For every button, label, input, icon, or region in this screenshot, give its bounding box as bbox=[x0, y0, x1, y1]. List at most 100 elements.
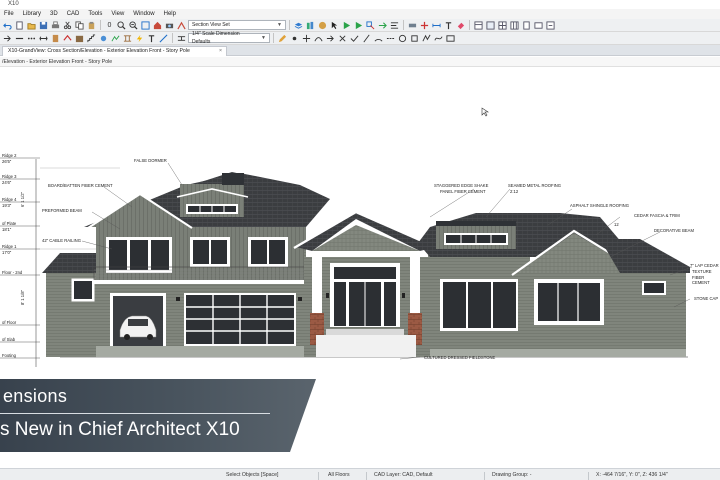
stairs-icon[interactable] bbox=[86, 33, 97, 44]
reverse-icon[interactable] bbox=[377, 20, 388, 31]
framing-icon[interactable] bbox=[122, 33, 133, 44]
wall-icon[interactable] bbox=[407, 20, 418, 31]
toolbar-separator bbox=[273, 33, 274, 43]
window-icon[interactable] bbox=[497, 20, 508, 31]
dimension-defaults-label: 1/4" Scale Dimension Defaults bbox=[192, 31, 240, 45]
point-icon[interactable] bbox=[289, 33, 300, 44]
arrow-right-icon[interactable] bbox=[325, 33, 336, 44]
elevation-icon[interactable] bbox=[176, 20, 187, 31]
circle-icon[interactable] bbox=[397, 33, 408, 44]
edit-toolbar: 1/4" Scale Dimension Defaults ▼ bbox=[0, 31, 720, 45]
text-icon[interactable] bbox=[443, 20, 454, 31]
material-icon[interactable] bbox=[317, 20, 328, 31]
cabinet-icon[interactable] bbox=[74, 33, 85, 44]
note-false-dormer: FALSE DORMER bbox=[134, 158, 167, 163]
square-icon[interactable] bbox=[409, 33, 420, 44]
layer-icon[interactable] bbox=[293, 20, 304, 31]
undo-icon[interactable] bbox=[2, 20, 13, 31]
pole-value: 18'1" bbox=[2, 227, 12, 232]
dimension-tool-icon[interactable] bbox=[176, 33, 187, 44]
cut-icon[interactable] bbox=[62, 20, 73, 31]
note-cultured-stone: CULTURED DRESSED FIELDSTONE bbox=[424, 355, 496, 360]
note-pitch-metal: 2:12 bbox=[510, 189, 519, 194]
terrain-icon[interactable] bbox=[110, 33, 121, 44]
banner-title: ensions bbox=[3, 386, 68, 406]
pole-label: Ridge 3 bbox=[2, 174, 17, 179]
dash-icon[interactable] bbox=[385, 33, 396, 44]
fill-window-icon[interactable] bbox=[140, 20, 151, 31]
menu-file[interactable]: File bbox=[4, 11, 14, 17]
save-icon[interactable] bbox=[38, 20, 49, 31]
fixture-icon[interactable] bbox=[98, 33, 109, 44]
print-icon[interactable] bbox=[50, 20, 61, 31]
note-preformed-beam: PREFORMED BEAM bbox=[42, 208, 82, 213]
redo-icon[interactable]: 0 bbox=[104, 20, 115, 31]
banner-divider bbox=[0, 413, 270, 414]
status-divider bbox=[588, 472, 589, 480]
plan-icon[interactable] bbox=[485, 20, 496, 31]
pole-label: of Slab bbox=[2, 337, 16, 342]
menu-view[interactable]: View bbox=[111, 11, 124, 17]
doc-icon[interactable] bbox=[521, 20, 532, 31]
pencil-icon[interactable] bbox=[277, 33, 288, 44]
open-folder-icon[interactable] bbox=[26, 20, 37, 31]
close-x-icon[interactable] bbox=[337, 33, 348, 44]
paste-icon[interactable] bbox=[86, 20, 97, 31]
view-set-select[interactable]: Section View Set ▼ bbox=[188, 20, 286, 30]
align-icon[interactable] bbox=[389, 20, 400, 31]
text-tool-icon[interactable] bbox=[146, 33, 157, 44]
transform-icon[interactable] bbox=[365, 20, 376, 31]
close-icon[interactable]: × bbox=[219, 47, 222, 56]
eraser-icon[interactable] bbox=[455, 20, 466, 31]
arrow-icon[interactable] bbox=[2, 33, 13, 44]
arc-icon[interactable] bbox=[373, 33, 384, 44]
menu-tools[interactable]: Tools bbox=[88, 11, 102, 17]
zoom-in-icon[interactable] bbox=[116, 20, 127, 31]
camera-icon[interactable] bbox=[164, 20, 175, 31]
menu-cad[interactable]: CAD bbox=[67, 11, 80, 17]
zoom-out-icon[interactable] bbox=[128, 20, 139, 31]
main-toolbar: 0 Section View Set ▼ bbox=[0, 19, 720, 32]
play-icon[interactable] bbox=[341, 20, 352, 31]
tab-elevation[interactable]: X10-GrandView: Cross Section/Elevation -… bbox=[2, 46, 227, 56]
plus-icon[interactable] bbox=[419, 20, 430, 31]
status-divider bbox=[318, 472, 319, 480]
check-icon[interactable] bbox=[349, 33, 360, 44]
spline-icon[interactable] bbox=[433, 33, 444, 44]
dots-icon[interactable] bbox=[26, 33, 37, 44]
house-icon[interactable] bbox=[152, 20, 163, 31]
roof-icon[interactable] bbox=[62, 33, 73, 44]
play-icon-2[interactable] bbox=[353, 20, 364, 31]
grid-icon[interactable] bbox=[509, 20, 520, 31]
menu-help[interactable]: Help bbox=[164, 11, 176, 17]
dimension-line-icon[interactable] bbox=[38, 33, 49, 44]
polyline-icon[interactable] bbox=[421, 33, 432, 44]
box-icon[interactable] bbox=[445, 33, 456, 44]
menu-library[interactable]: Library bbox=[23, 11, 41, 17]
tab-label: X10-GrandView: Cross Section/Elevation -… bbox=[8, 48, 190, 54]
cad-icon[interactable] bbox=[158, 33, 169, 44]
select-arrow-icon[interactable] bbox=[329, 20, 340, 31]
note-cable-railing: 42" CABLE RAILING bbox=[42, 238, 81, 243]
pole-value: 26'5" bbox=[2, 159, 12, 164]
slash-icon[interactable] bbox=[361, 33, 372, 44]
curve-icon[interactable] bbox=[313, 33, 324, 44]
menu-window[interactable]: Window bbox=[133, 11, 154, 17]
note-decorative-beam: DECORATIVE BEAM bbox=[654, 228, 694, 233]
status-divider bbox=[484, 472, 485, 480]
door-icon[interactable] bbox=[50, 33, 61, 44]
document-tab-bar: X10-GrandView: Cross Section/Elevation -… bbox=[0, 45, 720, 56]
pole-label: Ridge 1 bbox=[2, 244, 17, 249]
new-file-icon[interactable] bbox=[14, 20, 25, 31]
layout-icon[interactable] bbox=[473, 20, 484, 31]
menu-3d[interactable]: 3D bbox=[50, 11, 58, 17]
electric-icon[interactable] bbox=[134, 33, 145, 44]
copy-icon[interactable] bbox=[74, 20, 85, 31]
dimension-defaults-select[interactable]: 1/4" Scale Dimension Defaults ▼ bbox=[188, 31, 270, 45]
export-icon[interactable] bbox=[545, 20, 556, 31]
line-icon[interactable] bbox=[14, 33, 25, 44]
dimension-icon[interactable] bbox=[431, 20, 442, 31]
move-icon[interactable] bbox=[301, 33, 312, 44]
library-icon[interactable] bbox=[305, 20, 316, 31]
sheet-icon[interactable] bbox=[533, 20, 544, 31]
